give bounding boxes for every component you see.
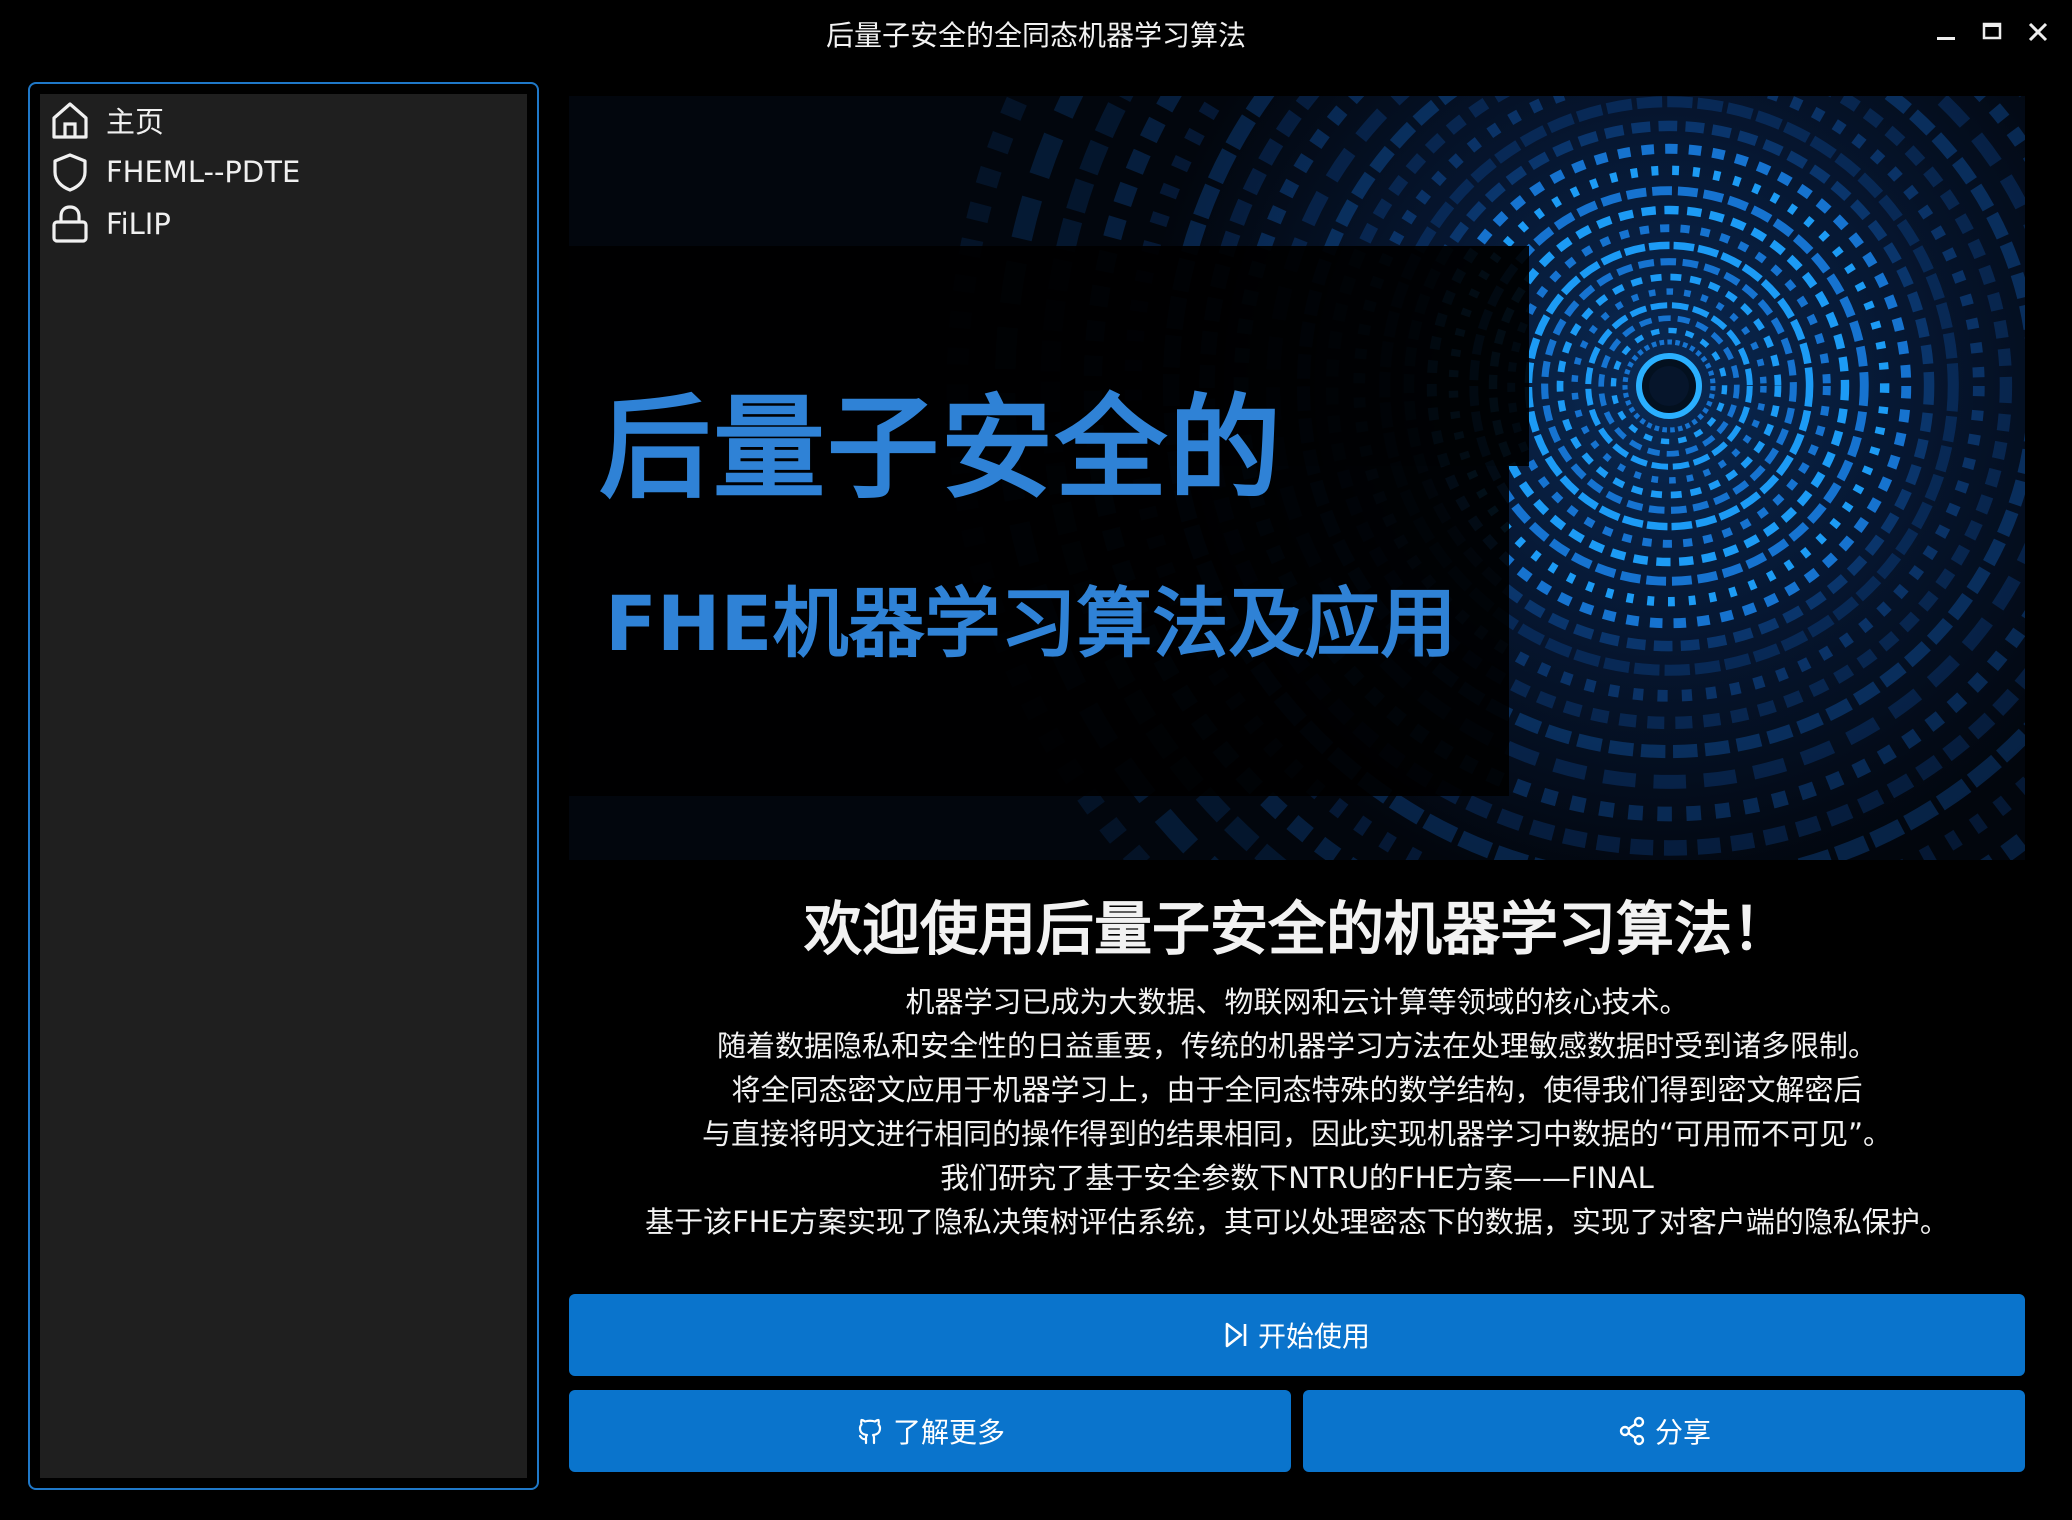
sidebar-item-label: 主页 bbox=[106, 105, 165, 139]
play-icon bbox=[1224, 1321, 1250, 1349]
description-line: 与直接将明文进行相同的操作得到的结果相同，因此实现机器学习中数据的“可用而不可见… bbox=[701, 1117, 1893, 1151]
description-line: 我们研究了基于安全参数下NTRU的FHE方案——FINAL bbox=[940, 1161, 1654, 1195]
start-button-label: 开始使用 bbox=[1257, 1320, 1370, 1353]
banner-title-line1: 后量子安全的 bbox=[599, 384, 1283, 514]
sidebar-nav: 主页 FHEML--PDTE FiLIP bbox=[40, 94, 527, 1478]
minimize-icon bbox=[1937, 37, 1955, 40]
banner-title-line2: FHE机器学习算法及应用 bbox=[605, 579, 1457, 668]
sidebar-item-home[interactable]: 主页 bbox=[40, 94, 527, 146]
window-title: 后量子安全的全同态机器学习算法 bbox=[825, 19, 1246, 52]
title-bar[interactable]: 后量子安全的全同态机器学习算法 bbox=[0, 0, 2072, 70]
maximize-button[interactable] bbox=[1972, 12, 2012, 52]
sidebar-item-filip[interactable]: FiLIP bbox=[40, 198, 527, 250]
hero-banner: 后量子安全的 FHE机器学习算法及应用 bbox=[569, 96, 2025, 860]
shield-icon bbox=[48, 150, 92, 194]
learn-more-label: 了解更多 bbox=[892, 1416, 1005, 1449]
home-icon bbox=[48, 98, 92, 142]
sidebar-item-label: FiLIP bbox=[106, 207, 171, 241]
sidebar-item-fheml-pdte[interactable]: FHEML--PDTE bbox=[40, 146, 527, 198]
description-line: 随着数据隐私和安全性的日益重要，传统的机器学习方法在处理敏感数据时受到诸多限制。 bbox=[716, 1029, 1877, 1063]
description-line: 基于该FHE方案实现了隐私决策树评估系统，其可以处理密态下的数据，实现了对客户端… bbox=[645, 1205, 1949, 1239]
description: 机器学习已成为大数据、物联网和云计算等领域的核心技术。 随着数据隐私和安全性的日… bbox=[569, 980, 2025, 1244]
description-line: 将全同态密文应用于机器学习上，由于全同态特殊的数学结构，使得我们得到密文解密后 bbox=[731, 1073, 1863, 1107]
lock-icon bbox=[48, 202, 92, 246]
description-line: 机器学习已成为大数据、物联网和云计算等领域的核心技术。 bbox=[905, 985, 1689, 1019]
share-button[interactable]: 分享 bbox=[1303, 1390, 2025, 1472]
sidebar-item-label: FHEML--PDTE bbox=[106, 155, 301, 189]
github-icon bbox=[855, 1416, 885, 1446]
app-window: 后量子安全的全同态机器学习算法 主页 FHEML--PDTE FiLIP 后量子… bbox=[0, 0, 2072, 1520]
share-label: 分享 bbox=[1654, 1416, 1711, 1449]
share-icon bbox=[1617, 1416, 1647, 1446]
sidebar: 主页 FHEML--PDTE FiLIP bbox=[28, 82, 539, 1490]
minimize-button[interactable] bbox=[1926, 12, 1966, 52]
maximize-icon bbox=[1982, 22, 2002, 40]
welcome-heading: 欢迎使用后量子安全的机器学习算法！ bbox=[803, 895, 1790, 963]
close-button[interactable] bbox=[2018, 12, 2058, 52]
learn-more-button[interactable]: 了解更多 bbox=[569, 1390, 1291, 1472]
close-icon bbox=[2028, 22, 2048, 42]
start-button[interactable]: 开始使用 bbox=[569, 1294, 2025, 1376]
